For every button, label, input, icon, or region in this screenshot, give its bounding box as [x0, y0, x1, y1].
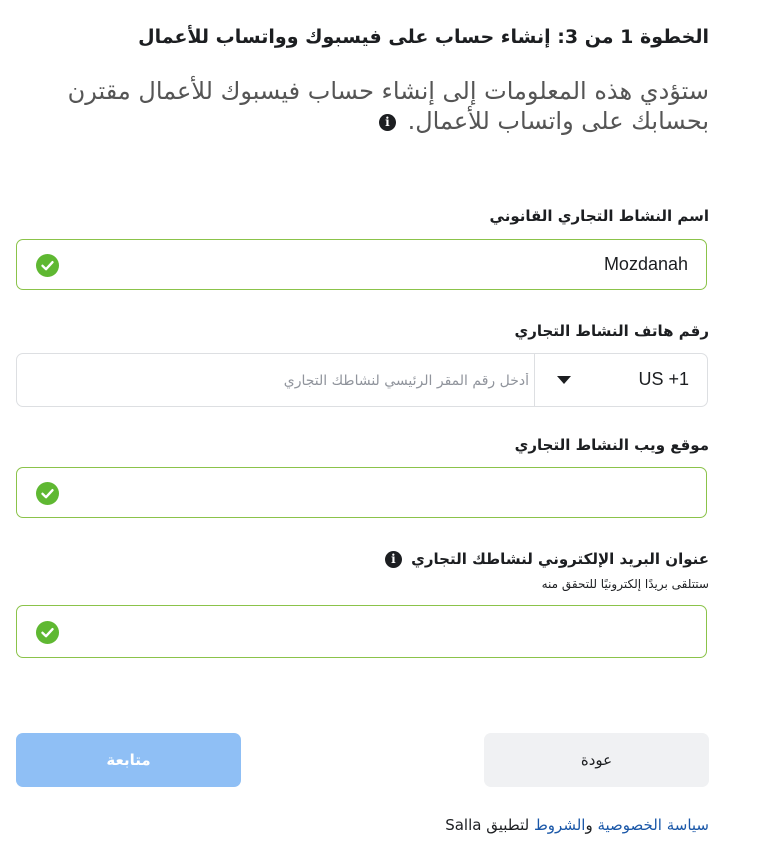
footer-links: سياسة الخصوصية والشروط لتطبيق Salla [29, 816, 709, 834]
terms-link[interactable]: الشروط [534, 816, 586, 834]
legal-name-label: اسم النشاط التجاري القانوني [489, 207, 709, 225]
chevron-down-icon [557, 376, 571, 384]
email-hint: ستتلقى بريدًا إلكترونيًا للتحقق منه [541, 577, 709, 591]
legal-name-value: Mozdanah [603, 254, 688, 274]
email-label-text: عنوان البريد الإلكتروني لنشاطك التجاري [411, 550, 709, 568]
page-subtitle: ستؤدي هذه المعلومات إلى إنشاء حساب فيسبو… [29, 76, 709, 136]
step-title: الخطوة 1 من 3: إنشاء حساب على فيسبوك ووا… [138, 26, 709, 48]
phone-field: US +1 [16, 353, 708, 407]
privacy-policy-link[interactable]: سياسة الخصوصية [597, 816, 709, 834]
check-icon [36, 621, 59, 644]
country-code-select[interactable]: US +1 [534, 354, 707, 406]
email-label: عنوان البريد الإلكتروني لنشاطك التجاري i [29, 550, 709, 568]
website-field[interactable] [16, 467, 707, 518]
website-label: موقع ويب النشاط التجاري [514, 436, 709, 454]
back-button[interactable]: عودة [484, 733, 709, 787]
check-icon [36, 482, 59, 505]
info-icon[interactable]: i [384, 551, 402, 568]
footer-suffix: لتطبيق Salla [445, 816, 534, 834]
country-code-value: US +1 [638, 369, 689, 389]
continue-button[interactable]: متابعة [16, 733, 241, 787]
check-icon [36, 254, 59, 277]
email-field[interactable] [16, 605, 707, 658]
legal-name-field[interactable]: Mozdanah [16, 239, 707, 290]
phone-label: رقم هاتف النشاط التجاري [514, 322, 709, 340]
phone-input[interactable] [27, 364, 531, 398]
footer-and: و [585, 816, 598, 834]
info-icon[interactable]: i [378, 113, 396, 131]
